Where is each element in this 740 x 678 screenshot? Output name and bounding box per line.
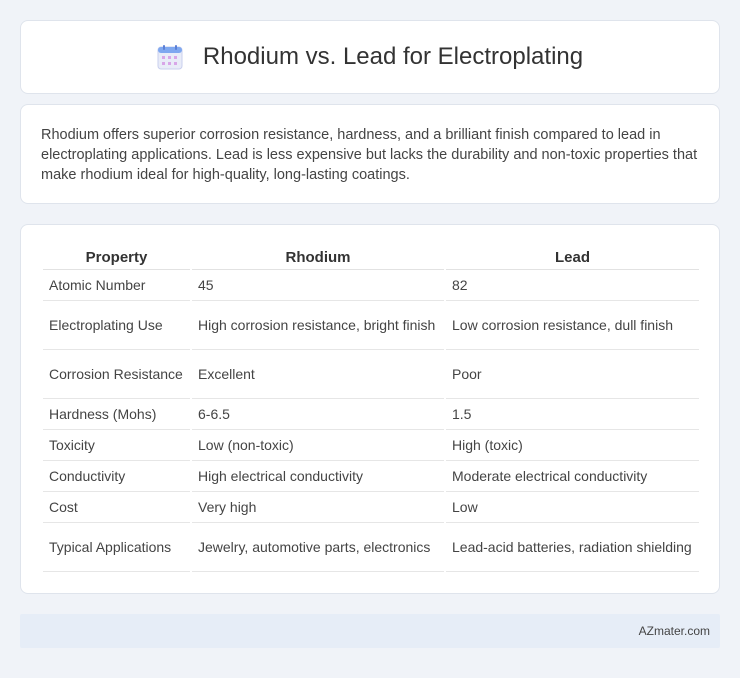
cell-rhodium: High electrical conductivity: [190, 460, 445, 492]
cell-property: Cost: [43, 491, 191, 523]
footer: AZmater.com: [20, 614, 720, 648]
cell-rhodium: 45: [190, 269, 445, 301]
calendar-icon: [157, 44, 183, 70]
cell-lead: High (toxic): [444, 429, 699, 461]
table-row: Conductivity High electrical conductivit…: [43, 460, 699, 492]
header-property: Property: [43, 245, 191, 270]
table-row: Electroplating Use High corrosion resist…: [43, 300, 699, 350]
cell-rhodium: Jewelry, automotive parts, electronics: [190, 522, 445, 572]
table-row: Cost Very high Low: [43, 491, 699, 523]
table-header-row: Property Rhodium Lead: [43, 245, 699, 270]
table-row: Corrosion Resistance Excellent Poor: [43, 349, 699, 399]
intro-text: Rhodium offers superior corrosion resist…: [41, 127, 698, 183]
cell-rhodium: Low (non-toxic): [190, 429, 445, 461]
footer-site-label: AZmater.com: [638, 624, 710, 638]
cell-property: Typical Applications: [43, 522, 191, 572]
header-card: Rhodium vs. Lead for Electroplating: [20, 20, 720, 94]
cell-property: Hardness (Mohs): [43, 398, 191, 430]
cell-lead: Moderate electrical conductivity: [444, 460, 699, 492]
table-card: Property Rhodium Lead Atomic Number 45 8…: [20, 224, 720, 594]
header-rhodium: Rhodium: [190, 245, 445, 270]
comparison-table: Property Rhodium Lead Atomic Number 45 8…: [43, 245, 699, 572]
cell-property: Toxicity: [43, 429, 191, 461]
cell-rhodium: Excellent: [190, 349, 445, 399]
cell-property: Electroplating Use: [43, 300, 191, 350]
cell-lead: Lead-acid batteries, radiation shielding: [444, 522, 699, 572]
cell-property: Corrosion Resistance: [43, 349, 191, 399]
table-row: Toxicity Low (non-toxic) High (toxic): [43, 429, 699, 461]
cell-rhodium: High corrosion resistance, bright finish: [190, 300, 445, 350]
cell-lead: Low: [444, 491, 699, 523]
table-row: Atomic Number 45 82: [43, 269, 699, 301]
cell-lead: Poor: [444, 349, 699, 399]
table-row: Typical Applications Jewelry, automotive…: [43, 522, 699, 572]
cell-lead: 1.5: [444, 398, 699, 430]
cell-property: Conductivity: [43, 460, 191, 492]
table-row: Hardness (Mohs) 6-6.5 1.5: [43, 398, 699, 430]
header-lead: Lead: [444, 245, 699, 270]
title-wrap: Rhodium vs. Lead for Electroplating: [157, 43, 583, 71]
cell-rhodium: Very high: [190, 491, 445, 523]
cell-property: Atomic Number: [43, 269, 191, 301]
cell-rhodium: 6-6.5: [190, 398, 445, 430]
page-title: Rhodium vs. Lead for Electroplating: [202, 43, 584, 70]
cell-lead: Low corrosion resistance, dull finish: [444, 300, 699, 350]
intro-card: Rhodium offers superior corrosion resist…: [20, 104, 720, 204]
cell-lead: 82: [444, 269, 699, 301]
